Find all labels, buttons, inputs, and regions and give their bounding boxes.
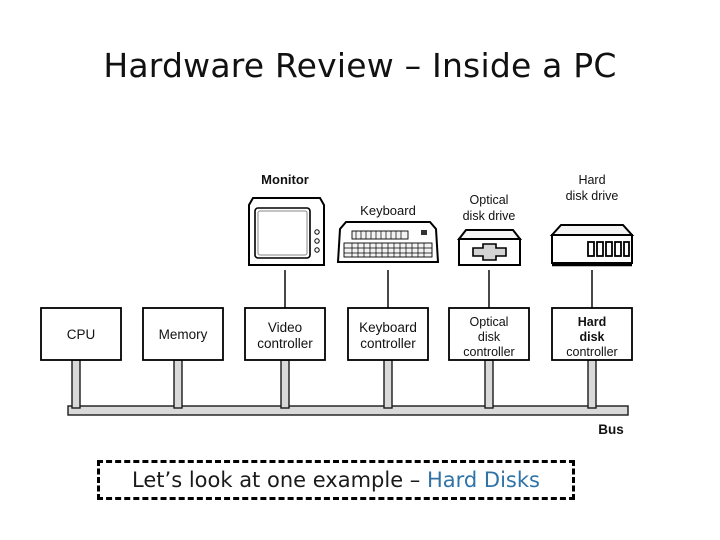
svg-text:disk drive: disk drive xyxy=(566,189,619,203)
label-hard-disk-drive: Hard disk drive xyxy=(566,173,619,203)
page-title: Hardware Review – Inside a PC xyxy=(103,46,617,85)
svg-text:Hard: Hard xyxy=(578,315,606,329)
label-cpu: CPU xyxy=(67,327,96,342)
slide-canvas: Hardware Review – Inside a PC CPU Memory… xyxy=(0,0,720,540)
svg-text:Hard: Hard xyxy=(578,173,605,187)
device-connector-lines xyxy=(284,270,593,308)
callout-text: Let’s look at one example – Hard Disks xyxy=(132,468,540,492)
system-bus xyxy=(67,359,629,416)
label-memory: Memory xyxy=(159,327,208,342)
optical-disk-drive-icon xyxy=(456,229,523,266)
keyboard-icon xyxy=(336,221,440,263)
callout-box: Let’s look at one example – Hard Disks xyxy=(97,460,575,500)
label-keyboard-controller: Keyboard controller xyxy=(359,320,417,351)
callout-prefix: Let’s look at one example – xyxy=(132,468,427,492)
svg-text:disk: disk xyxy=(579,330,604,344)
svg-text:disk: disk xyxy=(478,330,501,344)
svg-text:disk drive: disk drive xyxy=(463,209,516,223)
bus-label: Bus xyxy=(598,422,624,437)
label-keyboard: Keyboard xyxy=(360,203,416,218)
svg-text:controller: controller xyxy=(360,336,416,351)
svg-text:controller: controller xyxy=(257,336,313,351)
hard-disk-drive-icon xyxy=(549,224,635,267)
svg-text:controller: controller xyxy=(566,345,617,359)
callout-highlight: Hard Disks xyxy=(426,468,540,492)
svg-text:Optical: Optical xyxy=(470,193,509,207)
crt-monitor-icon xyxy=(248,197,325,266)
svg-text:controller: controller xyxy=(463,345,514,359)
svg-text:Video: Video xyxy=(268,320,302,335)
svg-text:Optical: Optical xyxy=(470,315,509,329)
component-boxes xyxy=(40,307,633,361)
block-diagram: CPU Memory Video controller Keyboard con… xyxy=(0,160,720,445)
svg-text:Keyboard: Keyboard xyxy=(359,320,417,335)
label-monitor: Monitor xyxy=(261,172,309,187)
label-optical-disk-drive: Optical disk drive xyxy=(463,193,516,223)
